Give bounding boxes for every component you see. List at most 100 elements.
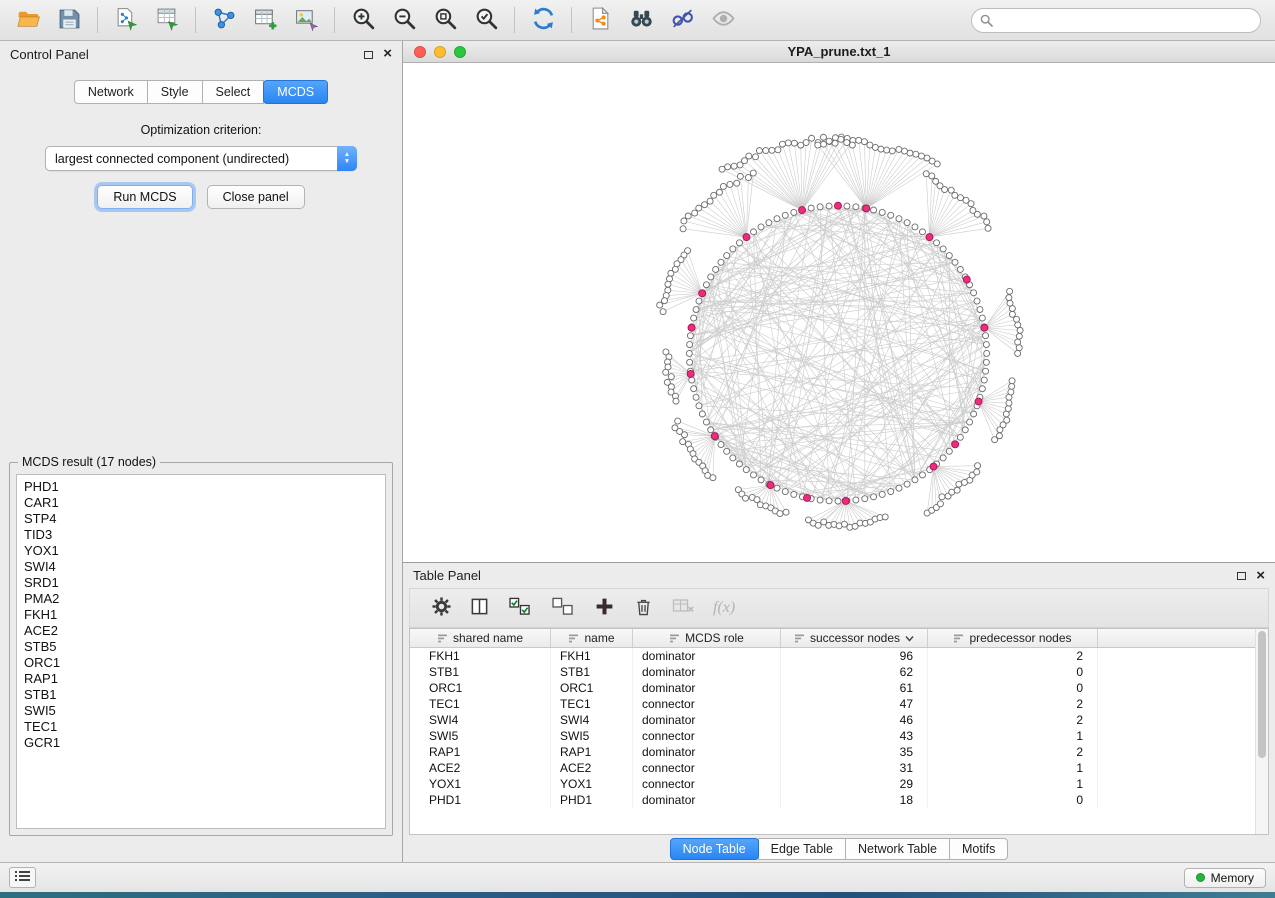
desktop-background-strip [0, 892, 1275, 898]
open-session-button[interactable] [8, 4, 48, 37]
table-row[interactable]: SWI4SWI4dominator462 [410, 712, 1268, 728]
apply-layout-button[interactable] [523, 4, 563, 37]
table-row[interactable]: FKH1FKH1dominator962 [410, 648, 1268, 664]
tab-node-table[interactable]: Node Table [670, 838, 759, 860]
table-row[interactable]: ORC1ORC1dominator610 [410, 680, 1268, 696]
mcds-result-item[interactable]: ACE2 [24, 623, 378, 639]
column-header-filler [1098, 629, 1268, 647]
select-all-button[interactable] [508, 597, 532, 619]
scrollbar-thumb[interactable] [1258, 631, 1266, 758]
hide-graphics-details-button[interactable] [662, 4, 702, 37]
table-cell: SWI4 [410, 712, 551, 728]
zoom-selected-button[interactable] [466, 4, 506, 37]
tab-edge-table[interactable]: Edge Table [758, 838, 846, 860]
mcds-result-item[interactable]: STB5 [24, 639, 378, 655]
new-network-button[interactable] [204, 4, 244, 37]
search-icon [980, 14, 993, 30]
column-header-name[interactable]: name [551, 629, 633, 647]
mcds-result-item[interactable]: PHD1 [24, 479, 378, 495]
close-window-icon[interactable] [414, 46, 426, 58]
tab-motifs[interactable]: Motifs [949, 838, 1008, 860]
mcds-result-item[interactable]: FKH1 [24, 607, 378, 623]
close-panel-button[interactable]: Close panel [207, 185, 305, 209]
column-header-successor-nodes[interactable]: successor nodes [781, 629, 928, 647]
tab-mcds[interactable]: MCDS [263, 80, 328, 104]
node-table-header: shared name name MCDS role successor nod… [410, 629, 1268, 648]
status-bar: Memory [0, 862, 1275, 892]
memory-button[interactable]: Memory [1184, 868, 1266, 888]
function-builder-button: f(x) [713, 599, 735, 617]
new-table-button[interactable] [245, 4, 285, 37]
memory-status-icon [1196, 873, 1205, 882]
float-table-panel-icon[interactable] [1237, 568, 1246, 583]
node-table: shared name name MCDS role successor nod… [409, 628, 1269, 835]
deselect-all-button[interactable] [551, 597, 575, 619]
mcds-result-item[interactable]: ORC1 [24, 655, 378, 671]
table-row[interactable]: PHD1PHD1dominator180 [410, 792, 1268, 808]
minimize-window-icon[interactable] [434, 46, 446, 58]
network-canvas[interactable] [403, 63, 1275, 562]
mcds-result-item[interactable]: YOX1 [24, 543, 378, 559]
close-table-panel-icon[interactable]: × [1256, 571, 1265, 581]
show-columns-button[interactable] [470, 597, 489, 619]
mcds-result-item[interactable]: TID3 [24, 527, 378, 543]
glasses-icon [670, 6, 695, 34]
mcds-result-list[interactable]: PHD1CAR1STP4TID3YOX1SWI4SRD1PMA2FKH1ACE2… [16, 474, 386, 829]
table-row[interactable]: YOX1YOX1connector291 [410, 776, 1268, 792]
tab-select[interactable]: Select [202, 80, 265, 104]
table-settings-button[interactable] [432, 597, 451, 619]
panel-menu-button[interactable] [9, 867, 36, 888]
zoom-fit-button[interactable] [425, 4, 465, 37]
mcds-result-item[interactable]: GCR1 [24, 735, 378, 751]
tab-style[interactable]: Style [147, 80, 203, 104]
maximize-window-icon[interactable] [454, 46, 466, 58]
mcds-result-item[interactable]: SWI4 [24, 559, 378, 575]
run-mcds-button[interactable]: Run MCDS [97, 185, 192, 209]
show-graphics-details-button[interactable] [703, 4, 743, 37]
share-network-button[interactable] [580, 4, 620, 37]
mcds-result-item[interactable]: CAR1 [24, 495, 378, 511]
table-cell: SWI4 [551, 712, 633, 728]
control-panel-title: Control Panel [10, 47, 89, 62]
tab-network-table[interactable]: Network Table [845, 838, 950, 860]
toolbar-separator [195, 7, 196, 33]
zoom-in-button[interactable] [343, 4, 383, 37]
control-panel: Control Panel × Network Style Select MCD… [0, 41, 403, 862]
column-header-shared-name[interactable]: shared name [410, 629, 551, 647]
table-panel-title: Table Panel [413, 568, 481, 583]
column-header-mcds-role[interactable]: MCDS role [633, 629, 781, 647]
mcds-result-item[interactable]: TEC1 [24, 719, 378, 735]
close-panel-icon[interactable]: × [383, 49, 392, 59]
table-row[interactable]: TEC1TEC1connector472 [410, 696, 1268, 712]
find-button[interactable] [621, 4, 661, 37]
import-network-from-file-button[interactable] [106, 4, 146, 37]
table-row[interactable]: ACE2ACE2connector311 [410, 760, 1268, 776]
table-row[interactable]: RAP1RAP1dominator352 [410, 744, 1268, 760]
sort-icon [953, 633, 964, 644]
table-scrollbar[interactable] [1255, 629, 1268, 834]
tab-network[interactable]: Network [74, 80, 148, 104]
mcds-result-item[interactable]: STP4 [24, 511, 378, 527]
import-table-from-file-button[interactable] [147, 4, 187, 37]
table-row[interactable]: SWI5SWI5connector431 [410, 728, 1268, 744]
mcds-result-item[interactable]: SWI5 [24, 703, 378, 719]
criterion-dropdown[interactable]: largest connected component (undirected)… [45, 146, 357, 171]
export-image-button[interactable] [286, 4, 326, 37]
zoom-out-button[interactable] [384, 4, 424, 37]
table-row[interactable]: STB1STB1dominator620 [410, 664, 1268, 680]
save-session-button[interactable] [49, 4, 89, 37]
mcds-result-item[interactable]: SRD1 [24, 575, 378, 591]
float-panel-icon[interactable] [364, 47, 373, 62]
add-column-button[interactable] [594, 596, 615, 620]
mcds-result-item[interactable]: RAP1 [24, 671, 378, 687]
node-table-body[interactable]: FKH1FKH1dominator962STB1STB1dominator620… [410, 648, 1268, 834]
table-cell: 0 [928, 680, 1098, 696]
table-cell: TEC1 [551, 696, 633, 712]
mcds-result-item[interactable]: PMA2 [24, 591, 378, 607]
column-header-predecessor-nodes[interactable]: predecessor nodes [928, 629, 1098, 647]
delete-column-button[interactable] [634, 597, 653, 620]
network-title: YPA_prune.txt_1 [403, 44, 1275, 59]
mcds-result-item[interactable]: STB1 [24, 687, 378, 703]
search-input[interactable] [971, 8, 1261, 33]
search-container [971, 8, 1261, 33]
